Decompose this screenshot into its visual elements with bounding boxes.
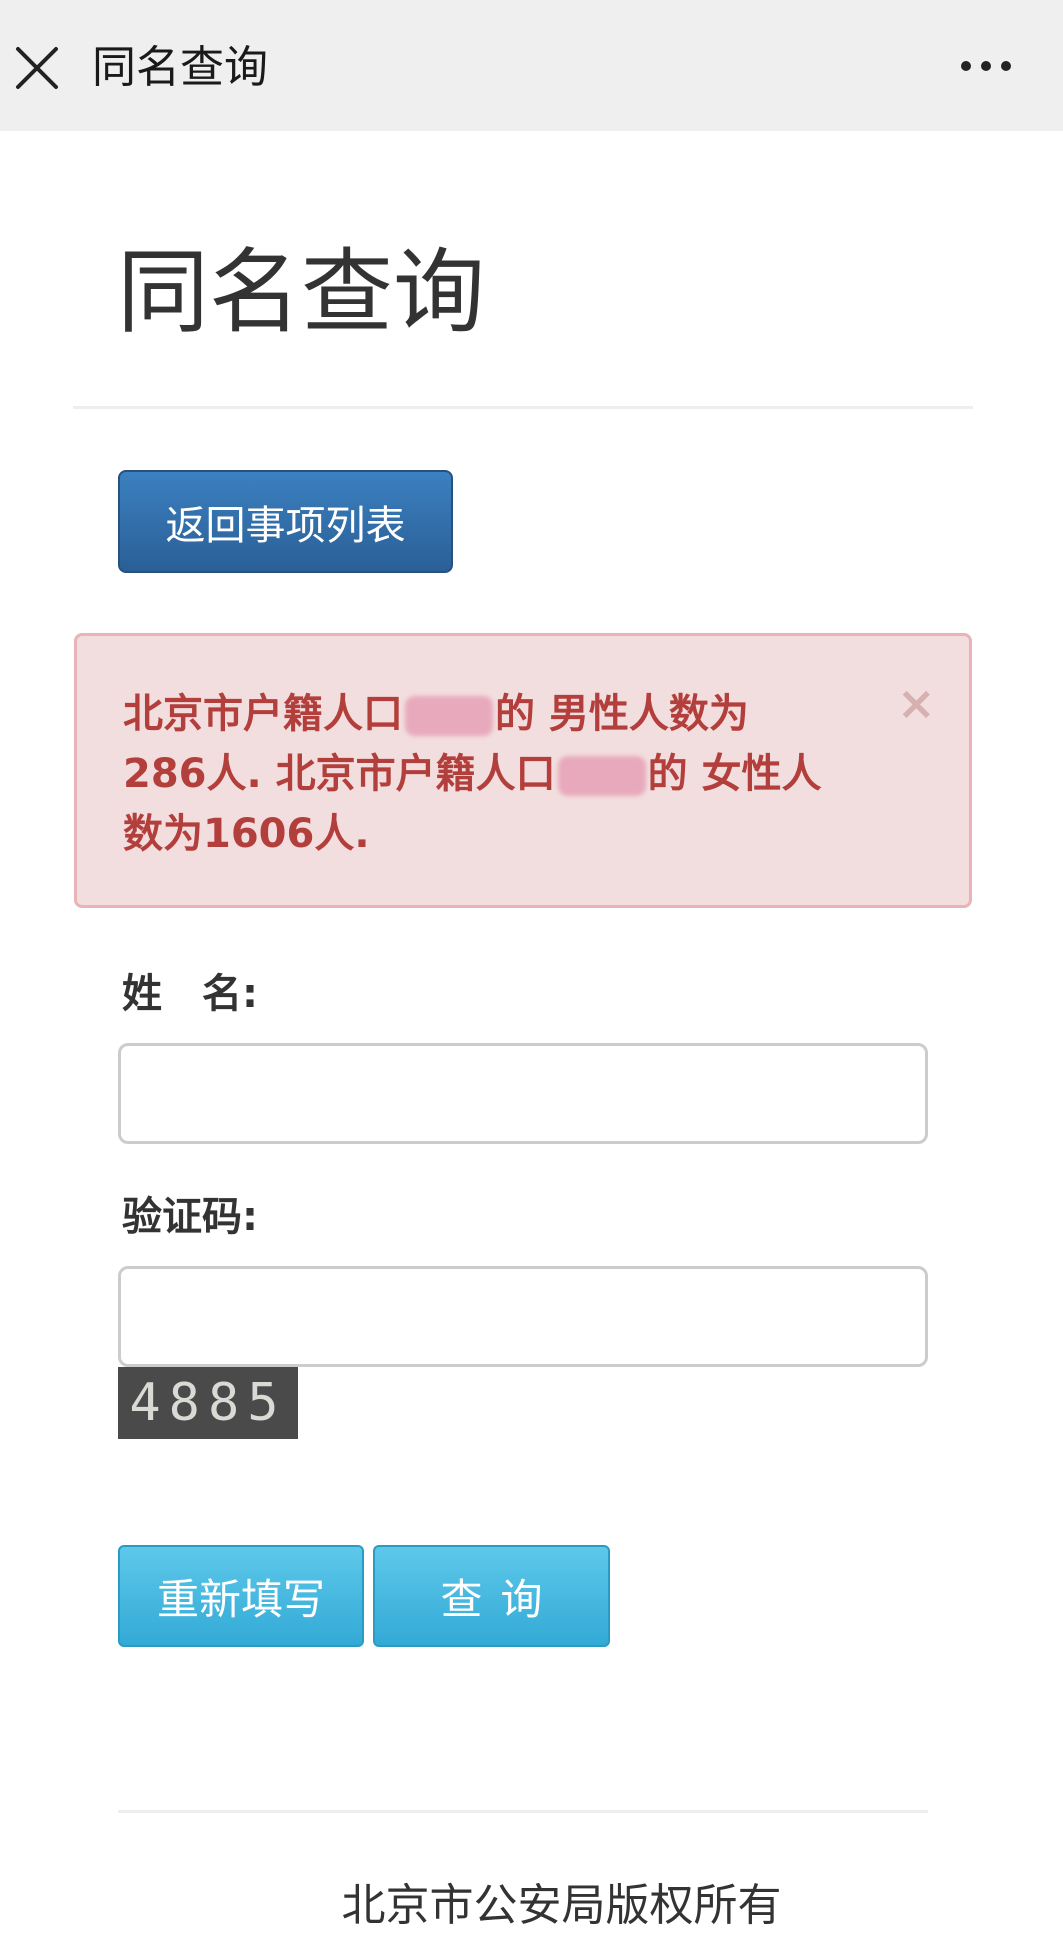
- query-button[interactable]: 查询: [373, 1545, 610, 1647]
- divider: [73, 406, 973, 409]
- name-label: 姓 名:: [122, 971, 258, 1017]
- redacted-name-blur: [557, 756, 646, 796]
- result-alert: 北京市户籍人口的 男性人数为 286人. 北京市户籍人口的 女性人数为1606人…: [74, 633, 972, 908]
- alert-close-icon[interactable]: ×: [897, 680, 936, 726]
- page-title: 同名查询: [117, 239, 486, 346]
- top-navbar: 同名查询: [0, 0, 1063, 131]
- reset-button[interactable]: 重新填写: [118, 1545, 364, 1647]
- name-input[interactable]: [118, 1043, 928, 1144]
- captcha-image[interactable]: 4885: [118, 1367, 298, 1439]
- footer-divider: [118, 1810, 928, 1813]
- alert-text-part1: 北京市户籍人口: [123, 691, 403, 737]
- redacted-name-blur: [405, 696, 493, 736]
- alert-message: 北京市户籍人口的 男性人数为 286人. 北京市户籍人口的 女性人数为1606人…: [123, 684, 843, 864]
- close-icon[interactable]: [14, 45, 60, 91]
- captcha-input[interactable]: [118, 1266, 928, 1367]
- captcha-label: 验证码:: [122, 1194, 258, 1240]
- back-to-list-button[interactable]: 返回事项列表: [118, 470, 453, 573]
- footer-copyright: 北京市公安局版权所有: [341, 1880, 782, 1931]
- navbar-title: 同名查询: [92, 42, 268, 93]
- more-options-icon[interactable]: [958, 58, 1014, 74]
